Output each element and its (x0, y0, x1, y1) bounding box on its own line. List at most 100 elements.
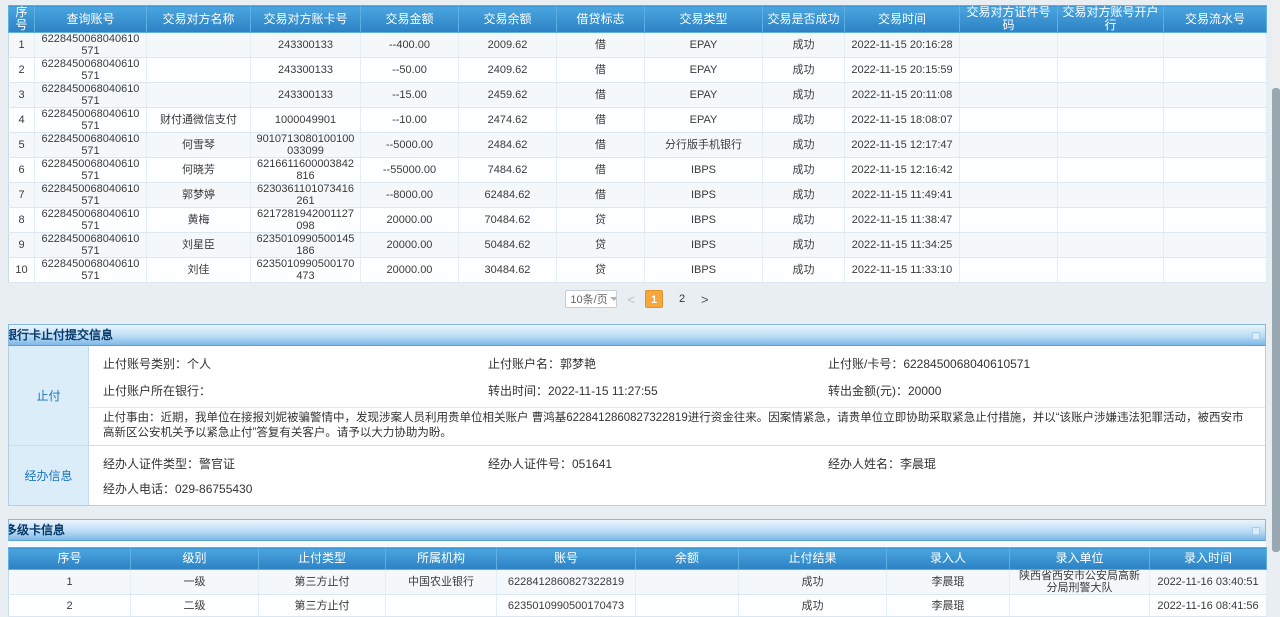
transaction-cell: 成功 (763, 158, 845, 183)
transaction-cell: 2 (9, 58, 35, 83)
transaction-cell: 2022-11-15 11:49:41 (845, 183, 960, 208)
transaction-cell (147, 58, 251, 83)
page-size-label: 10条/页 (570, 291, 607, 307)
vertical-scrollbar-track[interactable] (1272, 0, 1280, 552)
transaction-cell: 30484.62 (459, 258, 557, 283)
transaction-cell: EPAY (645, 33, 763, 58)
transaction-cell (1058, 133, 1164, 158)
transaction-cell: 4 (9, 108, 35, 133)
transaction-cell (1058, 108, 1164, 133)
table-row[interactable]: 2二级第三方止付6235010990500170473成功李晨琨2022-11-… (9, 595, 1267, 617)
transaction-cell: 借 (557, 33, 645, 58)
field-pair: 止付账户名：郭梦艳 (488, 355, 828, 372)
transaction-cell (1164, 83, 1267, 108)
stop-payment-section: 银行卡止付提交信息 止付 止付账号类别：个人止付账户名：郭梦艳止付账/卡号：62… (8, 324, 1266, 506)
transaction-cell (147, 83, 251, 108)
transaction-cell: 6228450068040610571 (35, 108, 147, 133)
transaction-cell: 借 (557, 58, 645, 83)
transaction-cell: 2409.62 (459, 58, 557, 83)
transactions-column-header: 交易余额 (459, 6, 557, 33)
transaction-cell: 何晓芳 (147, 158, 251, 183)
table-row[interactable]: 66228450068040610571何晓芳62166116000038428… (9, 158, 1267, 183)
transaction-cell: 2022-11-15 12:16:42 (845, 158, 960, 183)
transaction-cell: 2022-11-15 18:08:07 (845, 108, 960, 133)
transactions-column-header: 交易流水号 (1164, 6, 1267, 33)
table-row[interactable]: 86228450068040610571黄梅621728194200112709… (9, 208, 1267, 233)
transaction-cell (1164, 183, 1267, 208)
multicard-column-header: 余额 (636, 548, 739, 570)
stop-payment-row: 止付 止付账号类别：个人止付账户名：郭梦艳止付账/卡号：622845006804… (9, 346, 1265, 445)
field-pair: 转出时间：2022-11-15 11:27:55 (488, 382, 828, 399)
transaction-cell: IBPS (645, 258, 763, 283)
handler-info-row: 经办信息 经办人证件类型：警官证经办人证件号：051641经办人姓名：李晨琨 经… (9, 445, 1265, 505)
transaction-cell: 6217281942001127098 (251, 208, 361, 233)
transaction-cell (1058, 208, 1164, 233)
transaction-cell: 6230361101073416261 (251, 183, 361, 208)
section-title: 银行卡止付提交信息 (8, 325, 113, 346)
stop-payment-fields: 止付账号类别：个人止付账户名：郭梦艳止付账/卡号：622845006804061… (89, 346, 1265, 407)
transaction-cell: 财付通微信支付 (147, 108, 251, 133)
transaction-cell: --55000.00 (361, 158, 459, 183)
table-row[interactable]: 106228450068040610571刘佳62350109905001704… (9, 258, 1267, 283)
transaction-cell: 6235010990500170473 (251, 258, 361, 283)
transaction-cell: 刘佳 (147, 258, 251, 283)
transactions-table: 序号查询账号交易对方名称交易对方账卡号交易金额交易余额借贷标志交易类型交易是否成… (8, 5, 1267, 283)
transaction-cell: 2022-11-15 20:15:59 (845, 58, 960, 83)
transaction-cell: EPAY (645, 83, 763, 108)
table-row[interactable]: 16228450068040610571243300133--400.00200… (9, 33, 1267, 58)
table-row[interactable]: 56228450068040610571何雪琴90107130801001000… (9, 133, 1267, 158)
transaction-cell: 6228450068040610571 (35, 208, 147, 233)
transaction-cell (1058, 58, 1164, 83)
transaction-cell: 20000.00 (361, 233, 459, 258)
multicard-cell: 陕西省西安市公安局高新分局刑警大队 (1010, 570, 1150, 595)
collapse-icon[interactable] (1252, 527, 1260, 535)
pagination: 10条/页 < 1 2 > (8, 288, 1266, 310)
multicard-body: 序号级别止付类型所属机构账号余额止付结果录入人录入单位录入时间 1一级第三方止付… (8, 541, 1266, 617)
transaction-cell (960, 258, 1058, 283)
table-row[interactable]: 36228450068040610571243300133--15.002459… (9, 83, 1267, 108)
transaction-cell: 2484.62 (459, 133, 557, 158)
transaction-cell (1058, 258, 1164, 283)
transaction-cell: 6228450068040610571 (35, 133, 147, 158)
transaction-cell: --8000.00 (361, 183, 459, 208)
next-page-button[interactable]: > (701, 292, 709, 307)
table-row[interactable]: 1一级第三方止付中国农业银行6228412860827322819成功李晨琨陕西… (9, 570, 1267, 595)
vertical-scrollbar-thumb[interactable] (1272, 88, 1280, 552)
prev-page-button[interactable]: < (627, 292, 635, 307)
table-row[interactable]: 46228450068040610571财付通微信支付1000049901--1… (9, 108, 1267, 133)
transaction-cell: --10.00 (361, 108, 459, 133)
transaction-cell: 243300133 (251, 58, 361, 83)
page-number-1[interactable]: 1 (645, 290, 663, 308)
transactions-column-header: 交易金额 (361, 6, 459, 33)
transaction-cell: 2022-11-15 11:38:47 (845, 208, 960, 233)
transactions-column-header: 交易时间 (845, 6, 960, 33)
page-size-select[interactable]: 10条/页 (565, 290, 617, 308)
transaction-cell (1164, 208, 1267, 233)
transactions-column-header: 交易类型 (645, 6, 763, 33)
transaction-cell: IBPS (645, 183, 763, 208)
multicard-cell: 6228412860827322819 (497, 570, 636, 595)
page-number-2[interactable]: 2 (673, 290, 691, 308)
transaction-cell: 3 (9, 83, 35, 108)
table-row[interactable]: 96228450068040610571刘星臣62350109905001451… (9, 233, 1267, 258)
table-row[interactable]: 76228450068040610571郭梦婷62303611010734162… (9, 183, 1267, 208)
transaction-cell: 10 (9, 258, 35, 283)
multicard-column-header: 所属机构 (386, 548, 497, 570)
transaction-cell (1164, 33, 1267, 58)
transaction-cell: 贷 (557, 233, 645, 258)
multicard-cell: 成功 (739, 570, 887, 595)
transaction-cell: 2022-11-15 11:33:10 (845, 258, 960, 283)
transaction-cell: EPAY (645, 58, 763, 83)
transaction-cell (960, 108, 1058, 133)
stop-payment-row-label: 止付 (9, 346, 89, 445)
multicard-cell: 李晨琨 (887, 595, 1010, 617)
table-row[interactable]: 26228450068040610571243300133--50.002409… (9, 58, 1267, 83)
transaction-cell: 6228450068040610571 (35, 58, 147, 83)
transaction-cell: 贷 (557, 258, 645, 283)
collapse-icon[interactable] (1252, 332, 1260, 340)
multicard-column-header: 级别 (131, 548, 259, 570)
multicard-cell: 成功 (739, 595, 887, 617)
transaction-cell: 成功 (763, 208, 845, 233)
multicard-cell: 1 (9, 570, 131, 595)
transaction-cell: 20000.00 (361, 258, 459, 283)
